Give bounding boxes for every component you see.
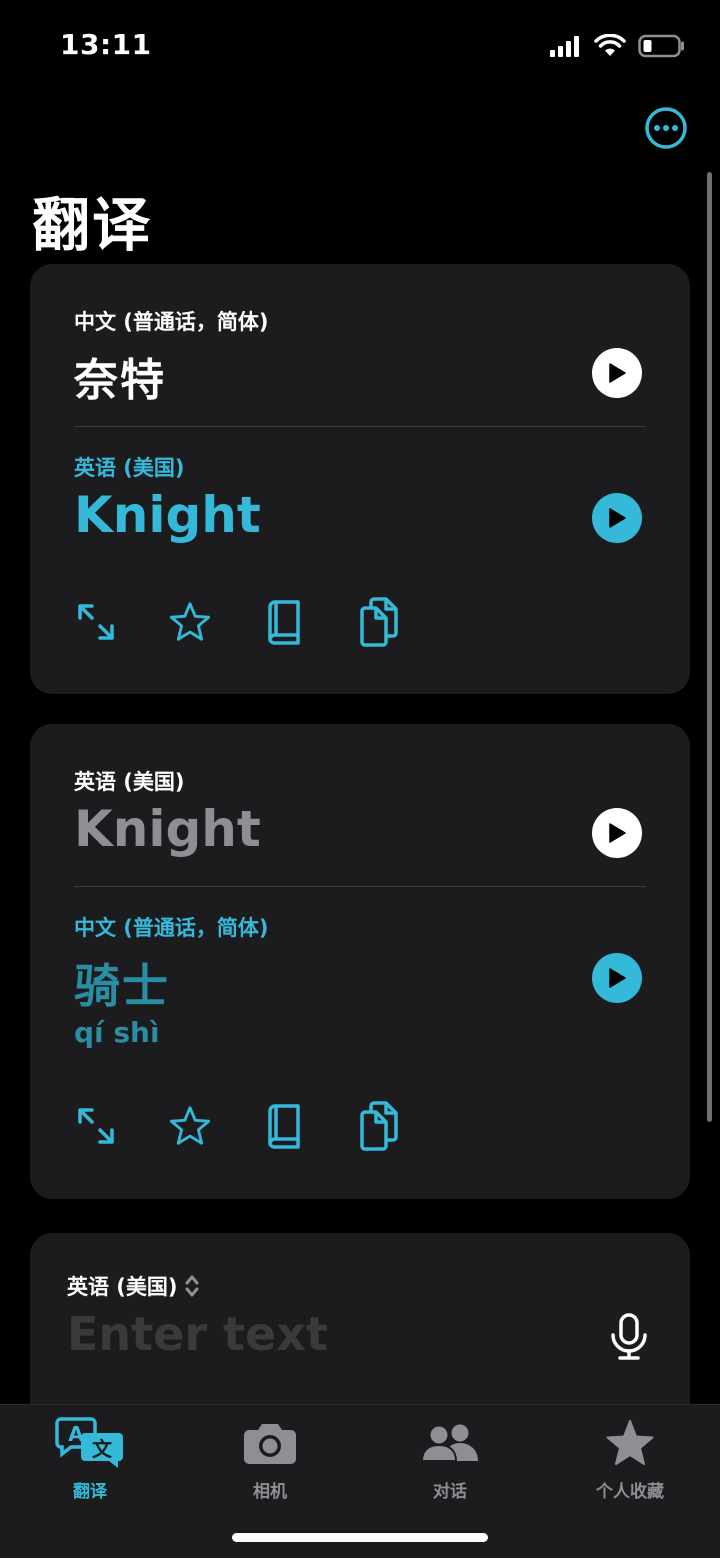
source-text: 奈特 [74,355,166,406]
text-input[interactable] [67,1307,567,1361]
expand-icon [78,604,114,640]
divider [74,426,646,427]
dictionary-button[interactable] [262,598,306,646]
tab-conversation[interactable]: 对话 [380,1415,520,1502]
expand-icon [78,1108,114,1144]
tab-label: 翻译 [73,1482,107,1502]
more-options-button[interactable] [644,106,688,150]
source-language-label: 英语 (美国) [74,770,185,794]
cellular-signal-icon [550,36,579,57]
input-language-label: 英语 (美国) [67,1275,178,1299]
card-actions [74,597,400,647]
book-icon [268,600,300,645]
expand-button[interactable] [74,1102,118,1150]
star-icon [605,1415,655,1471]
source-text: Knight [74,800,261,858]
favorite-button[interactable] [168,598,212,646]
status-time: 13:11 [60,28,152,61]
pinyin-text: qí shì [74,1016,160,1049]
play-translation-button[interactable] [592,493,642,543]
tab-favorites[interactable]: 个人收藏 [560,1415,700,1502]
play-icon [609,363,626,383]
source-language-label: 中文 (普通话，简体) [74,310,269,334]
card-actions [74,1101,400,1151]
expand-button[interactable] [74,598,118,646]
chevron-up-down-icon [185,1275,199,1297]
copy-button[interactable] [356,1101,400,1151]
dictionary-button[interactable] [262,1102,306,1150]
tab-label: 相机 [253,1482,287,1502]
translation-card[interactable]: 中文 (普通话，简体) 奈特 英语 (美国) Knight [30,264,690,694]
svg-text:文: 文 [92,1437,113,1461]
scrollbar[interactable] [707,172,712,1122]
translate-icon: A 文 [55,1415,125,1471]
play-icon [609,823,626,843]
play-source-button[interactable] [592,348,642,398]
input-language-selector[interactable]: 英语 (美国) [67,1271,200,1301]
star-outline-icon [169,1106,211,1145]
wifi-icon [594,34,626,56]
star-outline-icon [169,602,211,641]
page-title: 翻译 [32,191,153,259]
screen: 13:11 翻译 中文 (普通话，简体) 奈特 英语 (美国) Knight 英… [0,0,720,1558]
input-card: 英语 (美国) [30,1233,690,1433]
copy-icon [360,597,398,647]
people-icon [420,1415,480,1471]
microphone-button[interactable] [608,1313,650,1361]
tab-label: 对话 [433,1482,467,1502]
translation-card[interactable]: 英语 (美国) Knight 中文 (普通话，简体) 骑士 qí shì [30,724,690,1199]
battery-icon [638,34,684,58]
tab-camera[interactable]: 相机 [200,1415,340,1502]
copy-button[interactable] [356,597,400,647]
target-language-label: 中文 (普通话，简体) [74,916,269,940]
play-icon [609,508,626,528]
play-source-button[interactable] [592,808,642,858]
book-icon [268,1104,300,1149]
home-indicator[interactable] [232,1533,488,1542]
copy-icon [360,1101,398,1151]
translated-text: Knight [74,486,261,544]
play-icon [609,968,626,988]
play-translation-button[interactable] [592,953,642,1003]
status-icons [550,30,686,62]
divider [74,886,646,887]
camera-icon [243,1415,297,1471]
tab-translate[interactable]: A 文 翻译 [20,1415,160,1502]
target-language-label: 英语 (美国) [74,456,185,480]
favorite-button[interactable] [168,1102,212,1150]
tab-label: 个人收藏 [596,1482,664,1502]
translated-text: 骑士 [74,959,170,1013]
